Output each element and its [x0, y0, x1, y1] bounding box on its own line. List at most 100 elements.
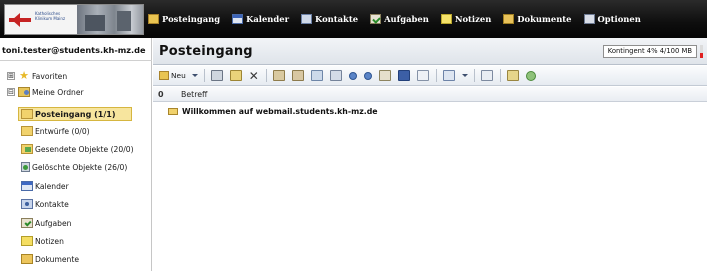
module-nav: Posteingang Kalender Kontakte Aufgaben N…	[148, 0, 653, 38]
folder-label: Notizen	[35, 236, 64, 246]
nav-item-label: Notizen	[454, 14, 492, 24]
new-mail-icon	[159, 71, 169, 80]
move-to-folder-button[interactable]	[229, 70, 242, 81]
folder-kalender[interactable]: Kalender	[21, 181, 69, 191]
tree-item-label: Meine Ordner	[32, 87, 84, 97]
folder-label: Gelöschte Objekte (26/0)	[32, 162, 128, 172]
tree-item-meine-ordner[interactable]: ⊟ Meine Ordner	[7, 87, 84, 97]
tasks-icon	[370, 14, 382, 24]
reply-button[interactable]	[272, 70, 285, 81]
folder-pane: toni.tester@students.kh-mz.de ⊞ ★ Favori…	[0, 38, 152, 271]
folder-label: Kontakte	[35, 199, 69, 209]
check-mail-button[interactable]	[329, 70, 342, 81]
reply-all-button[interactable]	[291, 70, 304, 81]
divider	[0, 60, 152, 61]
address-book-button[interactable]	[480, 70, 493, 81]
nav-item-notizen[interactable]: Notizen	[440, 14, 492, 24]
message-list-pane: Posteingang Kontingent 4% 4/100 MB Neu ✕	[153, 38, 707, 271]
quota-bar	[700, 45, 703, 58]
user-email: toni.tester@students.kh-mz.de	[2, 45, 146, 55]
page-title: Posteingang	[159, 44, 253, 59]
folder-notizen[interactable]: Notizen	[21, 236, 64, 246]
tree-item-favoriten[interactable]: ⊞ ★ Favoriten	[7, 69, 68, 82]
options-icon	[583, 14, 595, 24]
folder-posteingang[interactable]: Posteingang (1/1)	[21, 109, 116, 119]
organization-logo: Katholisches Klinikum Mainz	[4, 4, 144, 35]
star-icon: ★	[19, 69, 29, 82]
new-dropdown-arrow-icon[interactable]	[191, 74, 198, 77]
save-button[interactable]	[397, 70, 410, 81]
toolbar-separator	[203, 69, 205, 82]
nav-item-dokumente[interactable]: Dokumente	[503, 14, 572, 24]
logo-text: Katholisches Klinikum Mainz	[35, 11, 66, 21]
inbox-icon	[148, 14, 159, 24]
nav-item-label: Dokumente	[517, 14, 572, 24]
logo-cross-icon	[9, 13, 31, 27]
folder-geloeschte-objekte[interactable]: Gelöschte Objekte (26/0)	[21, 162, 127, 172]
toolbar-separator	[435, 69, 437, 82]
delete-button[interactable]: ✕	[249, 70, 259, 82]
folder-dokumente[interactable]: Dokumente	[21, 254, 79, 264]
nav-item-label: Kontakte	[314, 14, 359, 24]
tasks-icon	[21, 218, 33, 228]
notes-icon	[21, 236, 33, 246]
next-item-button[interactable]	[363, 71, 372, 80]
toolbar-separator	[499, 69, 501, 82]
folder-kontakte[interactable]: Kontakte	[21, 199, 69, 209]
folder-label: Entwürfe (0/0)	[35, 126, 90, 136]
toolbar-separator	[473, 69, 475, 82]
deleted-items-icon	[21, 162, 30, 172]
view-button[interactable]	[442, 70, 455, 81]
calendar-icon	[21, 181, 33, 191]
rules-button[interactable]	[506, 70, 519, 81]
folder-label: Gesendete Objekte (20/0)	[35, 144, 134, 154]
nav-item-kontakte[interactable]: Kontakte	[300, 14, 359, 24]
previous-item-button[interactable]	[348, 71, 357, 80]
message-row[interactable]: Willkommen auf webmail.students.kh-mz.de	[153, 104, 707, 118]
nav-item-label: Aufgaben	[384, 14, 429, 24]
forward-button[interactable]	[310, 70, 323, 81]
collapse-icon[interactable]: ⊟	[7, 88, 15, 96]
folder-header: Posteingang Kontingent 4% 4/100 MB	[153, 38, 707, 65]
documents-icon	[503, 14, 515, 24]
folder-aufgaben[interactable]: Aufgaben	[21, 218, 71, 228]
message-subject: Willkommen auf webmail.students.kh-mz.de	[182, 106, 378, 116]
view-dropdown-arrow-icon[interactable]	[461, 74, 468, 77]
nav-item-label: Kalender	[246, 14, 289, 24]
contacts-icon	[300, 14, 312, 24]
notes-icon	[440, 14, 452, 24]
logo-building-photo	[77, 5, 143, 34]
folder-label: Dokumente	[35, 254, 80, 264]
nav-item-kalender[interactable]: Kalender	[232, 14, 289, 24]
new-button-label: Neu	[171, 71, 186, 80]
folder-gesendete-objekte[interactable]: Gesendete Objekte (20/0)	[21, 144, 134, 154]
flag-button[interactable]	[378, 70, 391, 81]
refresh-button[interactable]	[525, 70, 536, 81]
new-document-button[interactable]	[416, 70, 429, 81]
contacts-icon	[21, 199, 33, 209]
nav-item-label: Posteingang	[162, 14, 221, 24]
inbox-folder-icon	[21, 109, 33, 119]
unread-envelope-icon	[168, 107, 178, 115]
tree-item-label: Favoriten	[32, 71, 68, 81]
print-button[interactable]	[210, 70, 223, 81]
new-message-button[interactable]: Neu	[159, 71, 186, 80]
quota-indicator: Kontingent 4% 4/100 MB	[602, 45, 697, 58]
message-list-header: 0 Betreff	[153, 87, 707, 102]
documents-icon	[21, 254, 33, 264]
nav-item-optionen[interactable]: Optionen	[583, 14, 641, 24]
nav-item-label: Optionen	[597, 14, 641, 24]
top-navigation-bar: Katholisches Klinikum Mainz Posteingang …	[0, 0, 707, 38]
quota-bar-fill	[700, 52, 703, 58]
expand-icon[interactable]: ⊞	[7, 72, 15, 80]
folder-label: Posteingang (1/1)	[35, 109, 116, 119]
subject-column-header[interactable]: Betreff	[175, 90, 207, 99]
attachment-column-header[interactable]: 0	[153, 90, 175, 99]
toolbar-separator	[265, 69, 267, 82]
nav-item-posteingang[interactable]: Posteingang	[148, 14, 220, 24]
folder-entwuerfe[interactable]: Entwürfe (0/0)	[21, 126, 90, 136]
nav-item-aufgaben[interactable]: Aufgaben	[370, 14, 429, 24]
toolbar: Neu ✕	[153, 66, 707, 86]
folder-label: Aufgaben	[35, 218, 72, 228]
drafts-folder-icon	[21, 126, 33, 136]
